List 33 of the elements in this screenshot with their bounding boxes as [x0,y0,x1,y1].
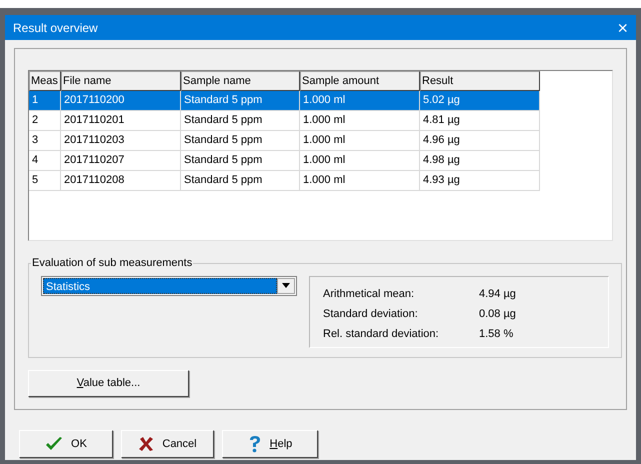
table-cell: 1.000 ml [300,171,420,191]
stat-value: 4.94 µg [479,286,516,302]
close-button[interactable]: × [617,18,628,36]
stat-label: Standard deviation: [323,306,419,322]
checkmark-icon [45,436,64,452]
column-header[interactable]: Sample amount [300,71,420,91]
stat-value: 1.58 % [479,326,514,342]
table-cell: 5 [29,171,61,191]
dropdown-value: Statistics [43,278,277,294]
table-row[interactable]: 2 2017110201 Standard 5 ppm 1.000 ml 4.81 µg [29,111,540,131]
column-header[interactable]: File name [61,71,181,91]
column-header[interactable]: Meas [29,71,61,91]
table-row[interactable]: 4 2017110207 Standard 5 ppm 1.000 ml 4.98 µg [29,151,540,171]
table-cell: 2017110208 [61,171,181,191]
ok-button[interactable]: OK [19,430,113,458]
cross-icon [138,436,154,452]
value-table-button[interactable]: Value table... [28,370,189,397]
table-row[interactable]: 1 2017110200 Standard 5 ppm 1.000 ml 5.02 µg [29,91,540,111]
group-title: Evaluation of sub measurements [31,256,194,271]
statistics-dropdown[interactable]: Statistics [41,276,297,296]
stat-label: Rel. standard deviation: [323,326,440,342]
table-row[interactable]: 3 2017110203 Standard 5 ppm 1.000 ml 4.96 µg [29,131,540,151]
column-header[interactable]: Sample name [181,71,300,91]
table-cell: 4.93 µg [420,171,540,191]
window-title: Result overview [13,20,98,36]
column-header[interactable]: Result [420,71,540,91]
table-cell: Standard 5 ppm [181,171,300,191]
stat-value: 0.08 µg [479,306,516,322]
help-button[interactable]: Help [222,430,318,458]
question-mark-icon [248,435,262,453]
cancel-button[interactable]: Cancel [121,430,214,458]
table-row[interactable]: 5 2017110208 Standard 5 ppm 1.000 ml 4.93 µg [29,171,540,191]
stat-label: Arithmetical mean: [323,286,416,302]
